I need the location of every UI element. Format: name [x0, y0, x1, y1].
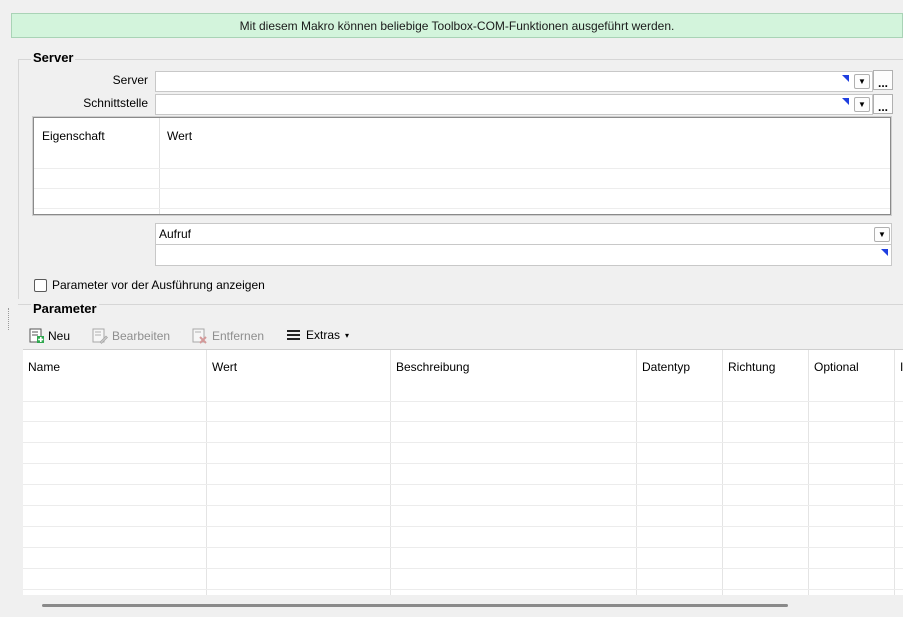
show-params-checkbox[interactable] — [34, 278, 47, 292]
column-header-description[interactable]: Beschreibung — [391, 350, 469, 384]
property-grid-row-line — [34, 208, 890, 209]
column-divider — [722, 350, 723, 595]
call-combo[interactable]: Aufruf ▼ — [155, 223, 892, 244]
horizontal-scrollbar[interactable] — [42, 604, 788, 607]
extras-menu-button[interactable]: Extras ▾ — [286, 328, 349, 342]
edit-button[interactable]: Bearbeiten — [92, 328, 170, 344]
table-row[interactable] — [23, 401, 903, 402]
interface-combo[interactable]: ▼ — [155, 94, 873, 115]
value-column-header: Wert — [167, 129, 193, 143]
property-grid[interactable]: Eigenschaft Wert — [32, 116, 892, 216]
new-button-label: Neu — [48, 329, 71, 343]
interface-label: Schnittstelle — [83, 96, 148, 110]
server-group-border-left — [18, 59, 19, 299]
required-indicator-icon — [842, 98, 849, 105]
info-banner-text: Mit diesem Makro können beliebige Toolbo… — [239, 18, 675, 33]
remove-button[interactable]: Entfernen — [192, 328, 264, 344]
table-row[interactable] — [23, 442, 903, 443]
info-banner: Mit diesem Makro können beliebige Toolbo… — [11, 13, 903, 38]
splitter-grip[interactable] — [8, 308, 10, 330]
table-row[interactable] — [23, 463, 903, 464]
server-group-title: Server — [31, 50, 76, 65]
chevron-down-icon: ▼ — [858, 77, 866, 86]
extras-button-label: Extras — [306, 328, 341, 342]
column-header-datatype[interactable]: Datentyp — [637, 350, 690, 384]
show-params-label: Parameter vor der Ausführung anzeigen — [52, 278, 265, 292]
ellipsis-icon: ... — [877, 76, 888, 90]
menu-icon — [287, 330, 300, 340]
call-combo-value: Aufruf — [159, 227, 192, 241]
parameter-group-title: Parameter — [31, 301, 99, 316]
column-divider — [390, 350, 391, 595]
table-row[interactable] — [23, 589, 903, 590]
interface-browse-button[interactable]: ... — [873, 94, 893, 114]
new-button[interactable]: Neu — [29, 328, 70, 344]
server-browse-button[interactable]: ... — [873, 70, 893, 90]
table-row[interactable] — [23, 526, 903, 527]
column-header-value[interactable]: Wert — [207, 350, 237, 384]
property-grid-divider — [159, 118, 160, 214]
server-group-border — [18, 59, 903, 60]
server-label: Server — [112, 73, 148, 87]
required-indicator-icon — [881, 249, 888, 256]
column-divider — [636, 350, 637, 595]
column-divider — [808, 350, 809, 595]
call-text-field[interactable] — [155, 244, 892, 266]
property-column-header: Eigenschaft — [42, 129, 105, 143]
table-row[interactable] — [23, 421, 903, 422]
column-header-direction[interactable]: Richtung — [723, 350, 775, 384]
server-dropdown-button[interactable]: ▼ — [854, 74, 870, 89]
property-grid-row-line — [34, 188, 890, 189]
show-params-option[interactable]: Parameter vor der Ausführung anzeigen — [34, 278, 265, 292]
chevron-down-icon: ▾ — [345, 330, 350, 340]
table-row[interactable] — [23, 484, 903, 485]
column-divider — [894, 350, 895, 595]
table-row[interactable] — [23, 568, 903, 569]
edit-icon — [92, 328, 108, 344]
server-combo[interactable]: ▼ — [155, 71, 873, 92]
chevron-down-icon: ▼ — [878, 230, 886, 239]
property-grid-row-line — [34, 168, 890, 169]
column-header-more[interactable]: I — [895, 350, 903, 384]
delete-icon — [192, 328, 207, 344]
remove-button-label: Entfernen — [212, 329, 265, 343]
parameter-table[interactable]: Name Wert Beschreibung Datentyp Richtung… — [23, 349, 903, 595]
parameter-group-border — [18, 304, 903, 305]
edit-button-label: Bearbeiten — [112, 329, 171, 343]
table-row[interactable] — [23, 547, 903, 548]
column-divider — [206, 350, 207, 595]
column-header-optional[interactable]: Optional — [809, 350, 859, 384]
required-indicator-icon — [842, 75, 849, 82]
chevron-down-icon: ▼ — [858, 100, 866, 109]
ellipsis-icon: ... — [877, 100, 888, 114]
column-header-name[interactable]: Name — [23, 350, 60, 384]
new-icon — [29, 328, 44, 343]
table-row[interactable] — [23, 505, 903, 506]
call-dropdown-button[interactable]: ▼ — [874, 227, 890, 242]
interface-dropdown-button[interactable]: ▼ — [854, 97, 870, 112]
